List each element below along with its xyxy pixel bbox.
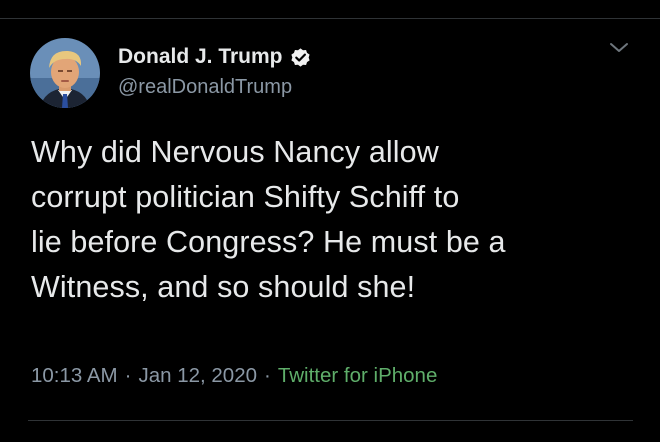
tweet-metadata: 10:13 AM · Jan 12, 2020 · Twitter for iPhone <box>31 364 437 388</box>
tweet-text-line: Why did Nervous Nancy allow <box>31 135 439 169</box>
user-handle[interactable]: @realDonaldTrump <box>118 76 292 99</box>
tweet-text-line: corrupt politician Shifty Schiff to <box>31 180 460 214</box>
tweet-date[interactable]: Jan 12, 2020 <box>138 364 257 387</box>
avatar[interactable] <box>30 38 100 108</box>
meta-separator: · <box>124 364 132 387</box>
tweet-text-line: lie before Congress? He must be a <box>31 225 506 259</box>
top-divider <box>0 18 660 19</box>
verified-badge-icon <box>289 46 312 69</box>
author-row[interactable]: Donald J. Trump <box>118 42 312 72</box>
tweet-text: Why did Nervous Nancy allow corrupt poli… <box>31 130 641 310</box>
tweet-time[interactable]: 10:13 AM <box>31 364 118 387</box>
display-name[interactable]: Donald J. Trump <box>118 45 283 69</box>
chevron-down-icon[interactable] <box>606 38 632 58</box>
tweet-text-line: Witness, and so should she! <box>31 270 416 304</box>
meta-separator: · <box>264 364 271 387</box>
bottom-divider <box>28 420 633 421</box>
tweet-source-link[interactable]: Twitter for iPhone <box>278 364 438 387</box>
profile-photo-icon <box>30 38 100 108</box>
